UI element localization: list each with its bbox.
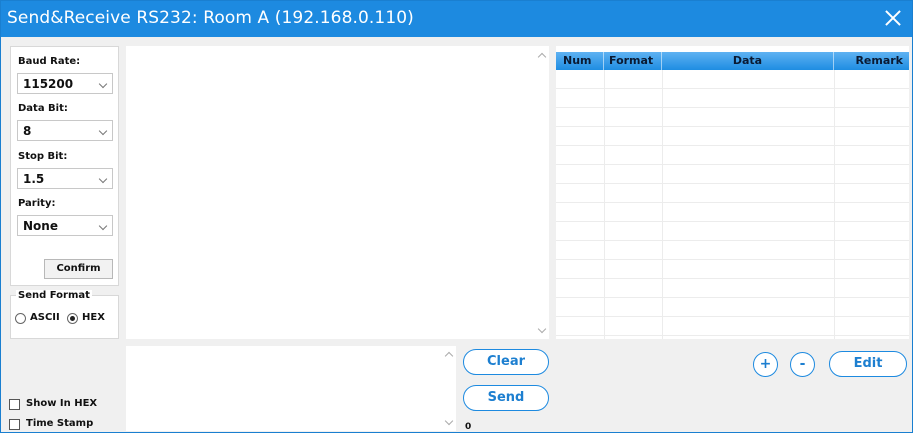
stop-bit-select[interactable]: 1.5: [17, 168, 113, 189]
table-row-line: [556, 164, 909, 165]
table-row-line: [556, 259, 909, 260]
column-header-remark[interactable]: Remark: [834, 52, 909, 70]
remove-row-button[interactable]: -: [790, 352, 815, 377]
scroll-up-icon[interactable]: [537, 52, 547, 62]
parity-select[interactable]: None: [17, 215, 113, 236]
send-button[interactable]: Send: [463, 385, 549, 411]
scroll-down-icon[interactable]: [444, 416, 454, 426]
table-row-line: [556, 126, 909, 127]
time-stamp-label: Time Stamp: [26, 418, 94, 429]
column-divider: [604, 70, 605, 339]
send-textarea[interactable]: [126, 346, 456, 431]
close-icon[interactable]: [882, 7, 904, 29]
title-bar: Send&Receive RS232: Room A (192.168.0.11…: [1, 1, 912, 37]
table-header: Num Format Data Remark: [556, 52, 909, 70]
rs232-dialog: Send&Receive RS232: Room A (192.168.0.11…: [0, 0, 913, 433]
baud-rate-select[interactable]: 115200: [17, 73, 113, 94]
hex-radio-label: HEX: [82, 312, 105, 323]
parity-label: Parity:: [18, 198, 56, 209]
column-header-format[interactable]: Format: [604, 52, 662, 70]
char-count: 0: [465, 422, 472, 432]
data-bit-label: Data Bit:: [18, 103, 68, 114]
time-stamp-checkbox[interactable]: [9, 419, 20, 430]
table-row-line: [556, 278, 909, 279]
table-row-line: [556, 88, 909, 89]
add-row-button[interactable]: +: [753, 352, 778, 377]
scroll-up-icon[interactable]: [444, 351, 454, 361]
ascii-radio[interactable]: [15, 313, 26, 324]
table-row-line: [556, 202, 909, 203]
table-row-line: [556, 107, 909, 108]
column-divider: [662, 70, 663, 339]
send-format-group: Send Format ASCII HEX: [10, 290, 119, 339]
ascii-radio-label: ASCII: [30, 312, 60, 323]
window-title: Send&Receive RS232: Room A (192.168.0.11…: [7, 8, 414, 28]
serial-settings-panel: Baud Rate: 115200 Data Bit: 8 Stop Bit: …: [10, 46, 119, 286]
table-row-line: [556, 183, 909, 184]
column-divider: [834, 70, 835, 339]
baud-rate-value: 115200: [23, 77, 74, 91]
baud-rate-label: Baud Rate:: [18, 56, 81, 67]
scroll-down-icon[interactable]: [537, 324, 547, 334]
chevron-down-icon: [98, 126, 108, 136]
show-in-hex-checkbox[interactable]: [9, 399, 20, 410]
table-row-line: [556, 316, 909, 317]
chevron-down-icon: [98, 79, 108, 89]
receive-textarea[interactable]: [126, 46, 549, 339]
chevron-down-icon: [98, 221, 108, 231]
table-row-line: [556, 297, 909, 298]
table-row-line: [556, 221, 909, 222]
clear-button[interactable]: Clear: [463, 349, 549, 375]
hex-radio[interactable]: [67, 313, 78, 324]
data-bit-select[interactable]: 8: [17, 120, 113, 141]
command-table[interactable]: Num Format Data Remark: [556, 46, 909, 339]
stop-bit-label: Stop Bit:: [18, 151, 68, 162]
show-in-hex-label: Show In HEX: [26, 398, 98, 409]
table-row-line: [556, 335, 909, 336]
column-header-num[interactable]: Num: [556, 52, 604, 70]
table-row-line: [556, 145, 909, 146]
parity-value: None: [23, 219, 58, 233]
chevron-down-icon: [98, 174, 108, 184]
data-bit-value: 8: [23, 124, 32, 138]
stop-bit-value: 1.5: [23, 172, 45, 186]
table-row-line: [556, 240, 909, 241]
send-format-legend: Send Format: [16, 290, 92, 301]
column-header-data[interactable]: Data: [662, 52, 834, 70]
confirm-button[interactable]: Confirm: [44, 259, 113, 279]
edit-button[interactable]: Edit: [829, 351, 907, 377]
